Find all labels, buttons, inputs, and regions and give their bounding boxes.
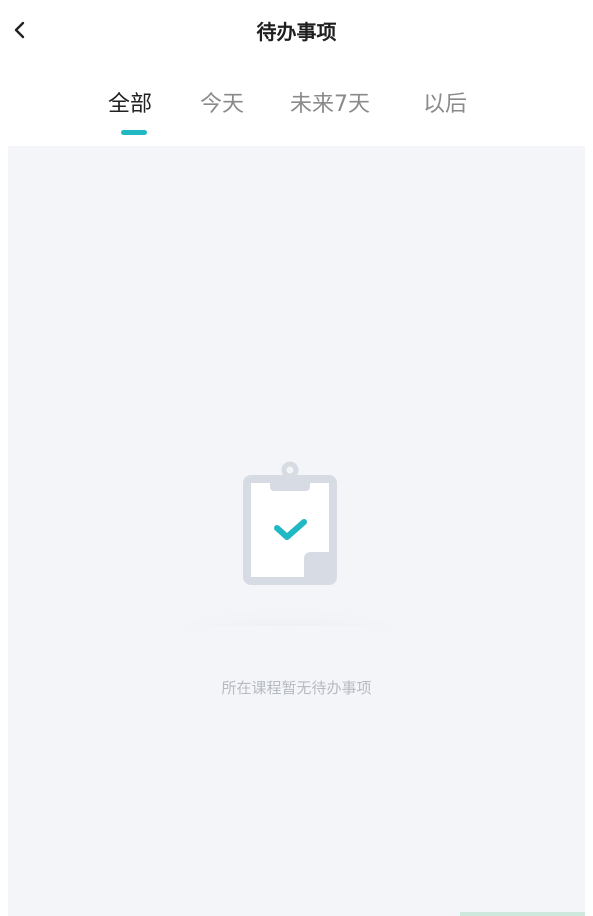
tab-later[interactable]: 以后	[423, 90, 467, 120]
empty-state-message: 所在课程暂无待办事项	[221, 679, 372, 697]
bottom-edge-accent	[460, 912, 585, 916]
tab-all[interactable]: 全部	[108, 90, 152, 120]
tab-bar: 全部 今天 未来7天 以后	[0, 84, 593, 146]
empty-state-illustration	[156, 456, 421, 686]
clipboard-check-icon	[243, 461, 337, 585]
tab-today[interactable]: 今天	[200, 90, 244, 120]
tab-next-7-days[interactable]: 未来7天	[290, 90, 370, 120]
todo-list-area: 所在课程暂无待办事项	[8, 146, 585, 916]
todo-page: 待办事项 全部 今天 未来7天 以后 所在课程暂无待办事项	[0, 0, 593, 916]
page-title: 待办事项	[256, 20, 337, 44]
active-tab-indicator	[121, 130, 147, 135]
header: 待办事项	[0, 0, 593, 64]
